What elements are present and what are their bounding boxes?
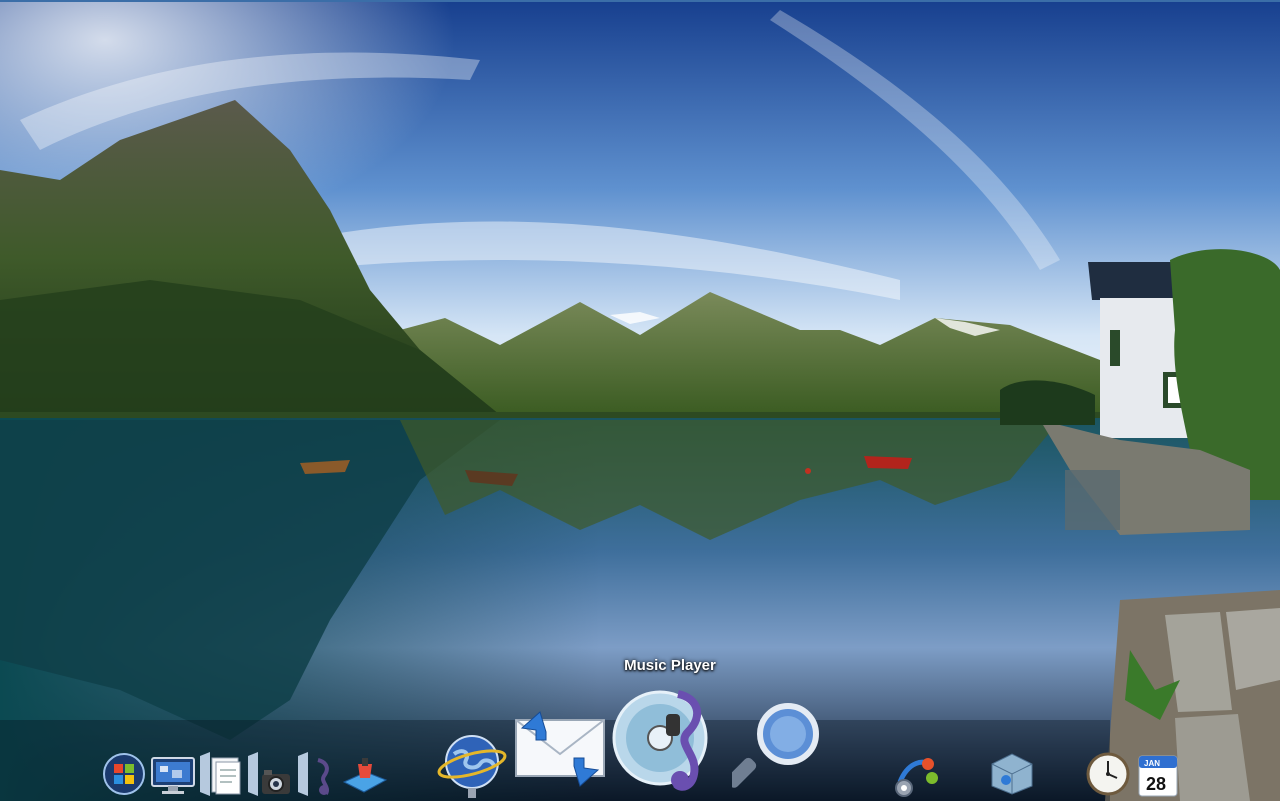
camera-stack-icon[interactable] xyxy=(246,748,294,798)
paint-app-icon[interactable] xyxy=(340,756,390,796)
settings-gears-icon[interactable] xyxy=(890,752,940,798)
calendar-month: JAN xyxy=(1144,759,1160,768)
desktop-monitor-icon[interactable] xyxy=(150,756,196,796)
clock-icon[interactable] xyxy=(1086,752,1130,796)
desktop-wallpaper xyxy=(0,0,1280,801)
cube-app-icon[interactable] xyxy=(986,750,1038,796)
music-stack-icon[interactable] xyxy=(296,748,340,798)
top-border xyxy=(0,0,1280,2)
dock-hover-label: Music Player xyxy=(624,657,716,674)
documents-stack-icon[interactable] xyxy=(196,748,244,798)
calendar-icon[interactable]: JAN 28 xyxy=(1136,752,1180,798)
calendar-day: 28 xyxy=(1146,774,1166,794)
globe-browser-icon[interactable] xyxy=(436,730,508,800)
music-player-icon[interactable] xyxy=(612,684,732,796)
mail-sync-icon[interactable] xyxy=(512,706,608,790)
search-magnifier-icon[interactable] xyxy=(732,700,824,796)
windows-start-icon[interactable] xyxy=(102,752,146,796)
